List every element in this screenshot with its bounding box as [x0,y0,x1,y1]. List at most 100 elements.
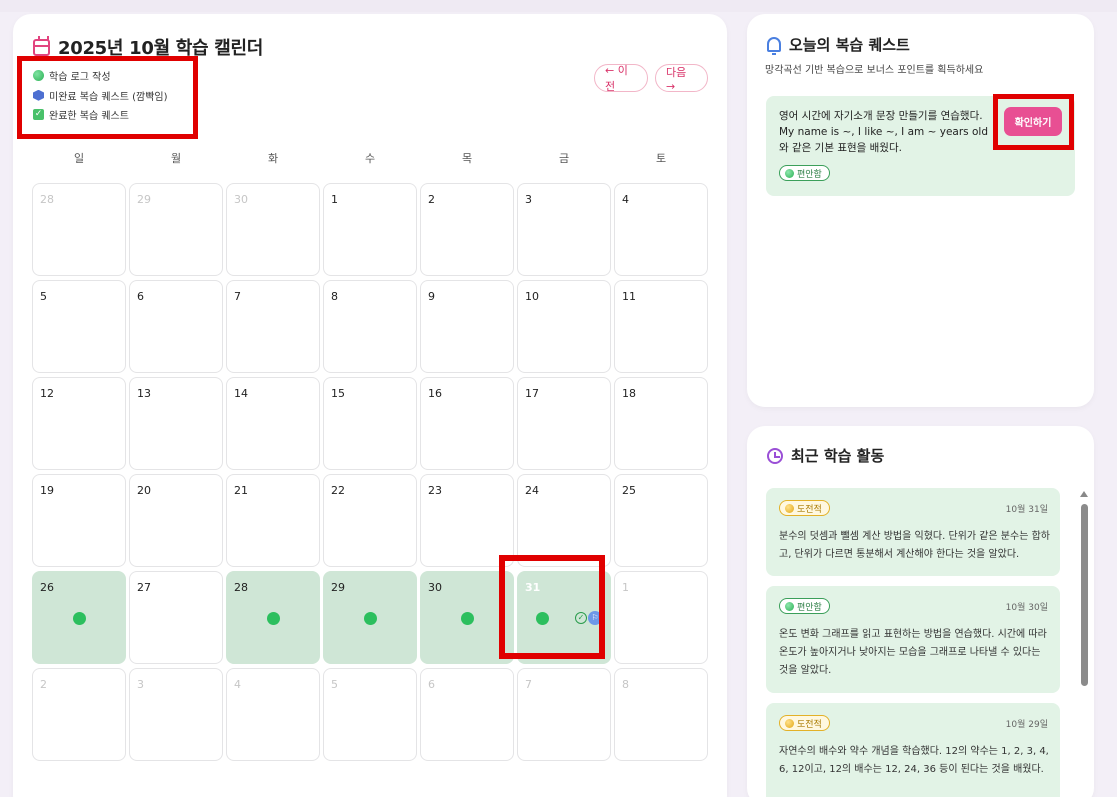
study-log-dot-icon [73,612,86,625]
day-number: 17 [525,387,539,400]
quest-header: 오늘의 복습 퀘스트 [767,34,910,55]
day-number: 11 [622,290,636,303]
calendar-day[interactable]: 3 [517,183,611,276]
weekday-label: 토 [655,152,667,165]
calendar-day[interactable]: 24 [517,474,611,567]
activity-item[interactable]: 도전적 10월 31일 분수의 덧셈과 뺄셈 계산 방법을 익혔다. 단위가 같… [766,488,1060,576]
day-number: 2 [40,678,47,691]
calendar-day[interactable]: 18 [614,377,708,470]
activity-text: 자연수의 배수와 약수 개념을 학습했다. 12의 약수는 1, 2, 3, 4… [779,746,1049,775]
activity-scrollbar[interactable] [1079,491,1089,797]
day-number: 9 [428,290,435,303]
calendar-day[interactable]: 7 [517,668,611,761]
calendar-day[interactable]: 28 [226,571,320,664]
comfort-icon [785,601,794,611]
day-number: 20 [137,484,151,497]
calendar-day[interactable]: 5 [323,668,417,761]
calendar-day[interactable]: 21 [226,474,320,567]
legend-highlight-box [17,56,198,139]
calendar-day[interactable]: 9 [420,280,514,373]
calendar-day[interactable]: 7 [226,280,320,373]
calendar-day[interactable]: 20 [129,474,223,567]
calendar-day[interactable]: 6 [420,668,514,761]
day-number: 14 [234,387,248,400]
day-number: 24 [525,484,539,497]
quest-text: 영어 시간에 자기소개 문장 만들기를 연습했다. My name is ~, … [779,110,988,154]
calendar-day[interactable]: 19 [32,474,126,567]
calendar-day[interactable]: 4 [226,668,320,761]
day-number: 18 [622,387,636,400]
calendar-day[interactable]: 6 [129,280,223,373]
calendar-day[interactable]: 30 [226,183,320,276]
day-number: 2 [428,193,435,206]
calendar-day[interactable]: 27 [129,571,223,664]
calendar-day[interactable]: 23 [420,474,514,567]
study-log-dot-icon [267,612,280,625]
calendar-day[interactable]: 3 [129,668,223,761]
prev-month-button[interactable]: ← 이전 [594,64,648,93]
calendar-day[interactable]: 13 [129,377,223,470]
calendar-day[interactable]: 5 [32,280,126,373]
activity-tag-badge: 편안함 [779,598,830,614]
day-number: 12 [40,387,54,400]
activity-item[interactable]: 도전적 10월 29일 자연수의 배수와 약수 개념을 학습했다. 12의 약수… [766,703,1060,797]
day-number: 28 [234,581,248,594]
calendar-day[interactable]: 2 [420,183,514,276]
activity-date: 10월 30일 [1005,603,1048,613]
day-number: 10 [525,290,539,303]
calendar-day[interactable]: 28 [32,183,126,276]
day-number: 3 [137,678,144,691]
day-number: 6 [428,678,435,691]
calendar-day[interactable]: 16 [420,377,514,470]
recent-activity-panel: 최근 학습 활동 도전적 10월 31일 분수의 덧셈과 뺄셈 계산 방법을 익… [747,426,1094,797]
bell-icon [767,37,781,55]
next-month-button[interactable]: 다음 → [655,64,708,93]
calendar-day[interactable]: 22 [323,474,417,567]
quest-title: 오늘의 복습 퀘스트 [789,36,910,54]
weekday-label: 목 [461,152,473,165]
day-number: 19 [40,484,54,497]
quest-subtitle: 망각곡선 기반 복습으로 보너스 포인트를 획득하세요 [765,65,984,76]
calendar-day[interactable]: 8 [614,668,708,761]
scroll-up-arrow-icon[interactable] [1080,491,1088,497]
day-number: 28 [40,193,54,206]
day-number: 4 [622,193,629,206]
calendar-day[interactable]: 29 [129,183,223,276]
calendar-day[interactable]: 4 [614,183,708,276]
day-number: 5 [40,290,47,303]
calendar-day[interactable]: 14 [226,377,320,470]
weekday-label: 일 [73,152,85,165]
study-log-dot-icon [364,612,377,625]
calendar-day[interactable]: 2 [32,668,126,761]
day-number: 6 [137,290,144,303]
scroll-thumb[interactable] [1081,504,1088,686]
confirm-highlight-box [993,94,1074,150]
activity-tag-label: 도전적 [797,504,822,515]
activity-date: 10월 29일 [1005,720,1048,730]
calendar-day[interactable]: 8 [323,280,417,373]
top-strip [0,0,1117,12]
calendar-day[interactable]: 25 [614,474,708,567]
day-number: 4 [234,678,241,691]
calendar-day[interactable]: 11 [614,280,708,373]
day-number: 1 [622,581,629,594]
day-number: 25 [622,484,636,497]
comfort-icon [785,168,794,178]
calendar-day[interactable]: 15 [323,377,417,470]
calendar-day[interactable]: 10 [517,280,611,373]
day-number: 27 [137,581,151,594]
calendar-day[interactable]: 1 [614,571,708,664]
activity-item[interactable]: 편안함 10월 30일 온도 변화 그래프를 읽고 표현하는 방법을 연습했다.… [766,586,1060,693]
day-number: 23 [428,484,442,497]
activity-tag-label: 도전적 [797,719,822,730]
study-log-dot-icon [461,612,474,625]
day-number: 1 [331,193,338,206]
calendar-day[interactable]: 29 [323,571,417,664]
calendar-day[interactable]: 26 [32,571,126,664]
day-number: 13 [137,387,151,400]
calendar-day[interactable]: 1 [323,183,417,276]
calendar-day[interactable]: 17 [517,377,611,470]
activity-date: 10월 31일 [1005,505,1048,515]
day-number: 3 [525,193,532,206]
calendar-day[interactable]: 12 [32,377,126,470]
